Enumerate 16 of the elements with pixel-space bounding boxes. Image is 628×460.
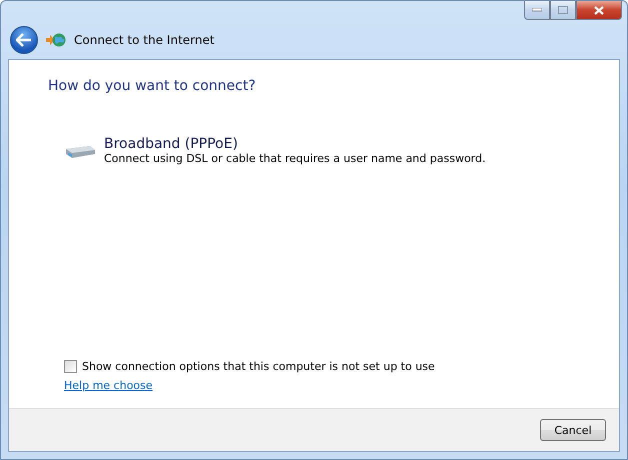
connection-option[interactable]: Broadband (PPPoE) Connect using DSL or cable that requires a user name and password. xyxy=(58,132,492,169)
back-arrow-icon xyxy=(16,33,32,47)
minimize-button[interactable] xyxy=(524,1,550,20)
globe-icon xyxy=(46,32,66,48)
close-icon xyxy=(594,6,604,14)
help-link[interactable]: Help me choose xyxy=(64,379,153,392)
window-title: Connect to the Internet xyxy=(74,33,214,47)
minimize-icon xyxy=(532,8,542,12)
back-button[interactable] xyxy=(10,26,38,54)
cancel-button[interactable]: Cancel xyxy=(540,419,606,441)
page-heading: How do you want to connect? xyxy=(48,78,257,94)
close-button[interactable] xyxy=(576,1,622,20)
checkbox-label: Show connection options that this computer is not set up to use xyxy=(82,360,435,373)
maximize-button[interactable] xyxy=(550,1,576,20)
checkbox[interactable] xyxy=(64,360,77,373)
maximize-icon xyxy=(558,6,568,14)
